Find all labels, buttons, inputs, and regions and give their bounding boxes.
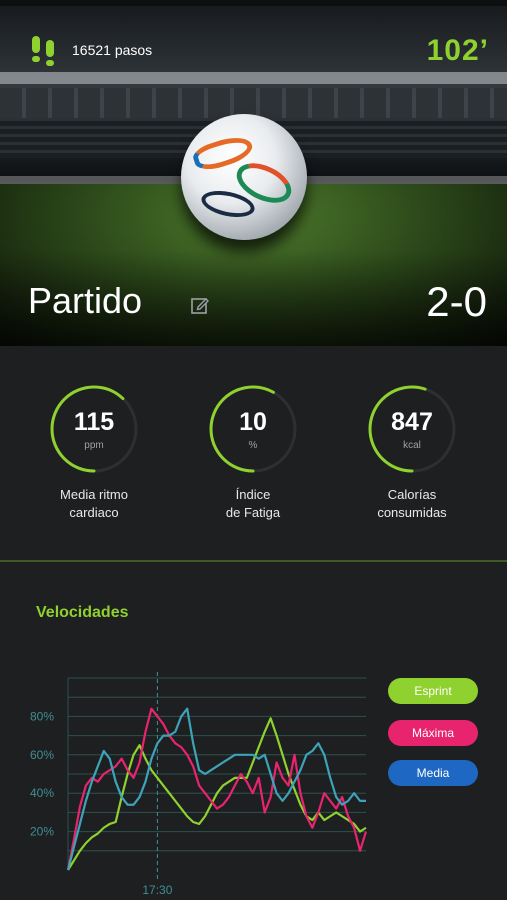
calories-label: Calorías consumidas	[337, 486, 487, 522]
heart-rate-label-line2: cardiaco	[69, 505, 119, 520]
stadium-roof	[0, 72, 507, 84]
steps-counter: 16521 pasos	[28, 34, 152, 66]
calories-value: 847	[391, 408, 433, 436]
legend-maxima[interactable]: Máxima	[388, 720, 478, 746]
match-title: Partido	[28, 280, 143, 321]
status-bar	[0, 0, 507, 6]
heart-rate-value: 115	[73, 408, 115, 436]
fatigue-value: 10	[239, 408, 267, 436]
calories-label-line1: Calorías	[387, 487, 437, 502]
series-media-line	[66, 707, 366, 871]
heart-rate-label-line1: Media ritmo	[60, 487, 128, 502]
edit-icon[interactable]	[190, 295, 210, 315]
heart-rate-label: Media ritmo cardiaco	[19, 486, 169, 522]
fatigue-ring: 10 %	[208, 384, 298, 474]
y-tick-label: 80%	[30, 709, 54, 723]
heart-rate-unit: ppm	[84, 440, 104, 451]
steps-text: 16521 pasos	[72, 42, 153, 58]
fatigue-label: Índice de Fatiga	[178, 486, 328, 522]
legend-media[interactable]: Media	[388, 760, 478, 786]
stat-heart-rate: 115 ppm Media ritmo cardiaco	[19, 384, 169, 522]
fatigue-label-line2: de Fatiga	[225, 505, 281, 520]
legend-esprint[interactable]: Esprint	[388, 678, 478, 704]
speed-chart-section: Velocidades 80% 60% 40% 20% 17:30 Esprint Má…	[0, 562, 507, 900]
y-tick-label: 60%	[30, 748, 54, 762]
stat-calories: 847 kcal Calorías consumidas	[337, 384, 487, 522]
y-tick-label: 20%	[30, 825, 54, 839]
series-esprint-line	[67, 717, 367, 871]
fatigue-label-line1: Índice	[235, 487, 271, 502]
calories-ring: 847 kcal	[367, 384, 457, 474]
football-image	[181, 114, 307, 240]
x-tick-label: 17:30	[142, 883, 172, 897]
fatigue-unit: %	[248, 440, 258, 451]
stats-panel: 115 ppm Media ritmo cardiaco 10 % Índice…	[0, 346, 507, 562]
footsteps-icon	[28, 34, 58, 66]
series-maxima-line	[66, 707, 368, 871]
calories-unit: kcal	[403, 440, 421, 451]
y-tick-label: 40%	[30, 786, 54, 800]
stat-fatigue: 10 % Índice de Fatiga	[178, 384, 328, 522]
match-score: 2-0	[426, 278, 487, 325]
match-hero: 16521 pasos 102’ Partido 2-0	[0, 0, 507, 346]
heart-rate-ring: 115 ppm	[49, 384, 139, 474]
calories-label-line2: consumidas	[377, 505, 447, 520]
match-minute: 102’	[426, 34, 489, 67]
